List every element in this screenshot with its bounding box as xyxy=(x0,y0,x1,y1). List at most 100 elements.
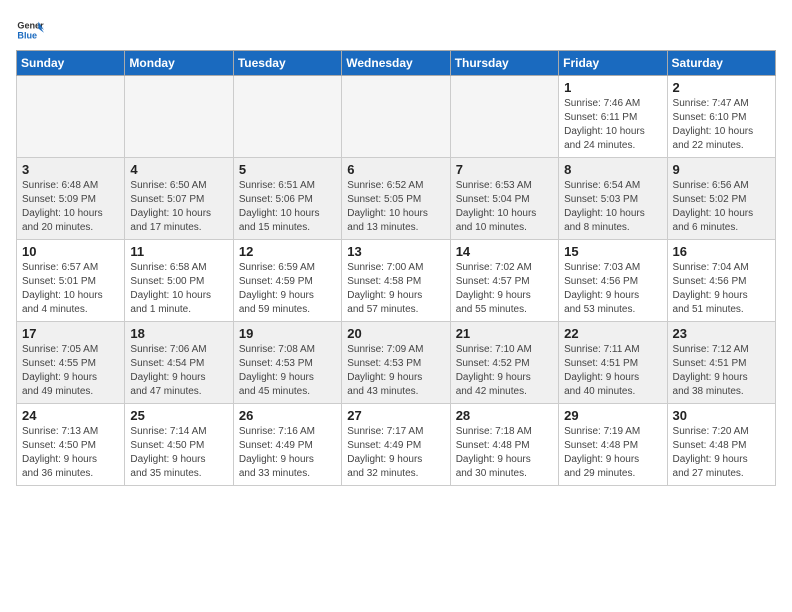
calendar-day-cell: 9 Sunrise: 6:56 AM Sunset: 5:02 PM Daylig… xyxy=(667,158,775,240)
calendar-week-row: 3 Sunrise: 6:48 AM Sunset: 5:09 PM Daylig… xyxy=(17,158,776,240)
day-number: 16 xyxy=(673,244,770,259)
day-info: Sunrise: 7:05 AM Sunset: 4:55 PM Dayligh… xyxy=(22,343,119,399)
calendar-day-cell: 11 Sunrise: 6:58 AM Sunset: 5:00 PM Dayli… xyxy=(125,240,233,322)
calendar-day-cell: 18 Sunrise: 7:06 AM Sunset: 4:54 PM Dayli… xyxy=(125,322,233,404)
day-info: Sunrise: 7:04 AM Sunset: 4:56 PM Dayligh… xyxy=(673,261,770,317)
day-info: Sunrise: 7:02 AM Sunset: 4:57 PM Dayligh… xyxy=(456,261,553,317)
day-info: Sunrise: 6:53 AM Sunset: 5:04 PM Dayligh… xyxy=(456,179,553,235)
day-number: 1 xyxy=(564,80,661,95)
calendar-day-cell: 5 Sunrise: 6:51 AM Sunset: 5:06 PM Daylig… xyxy=(233,158,341,240)
calendar-day-cell: 17 Sunrise: 7:05 AM Sunset: 4:55 PM Dayli… xyxy=(17,322,125,404)
calendar-day-cell xyxy=(450,76,558,158)
logo: General Blue xyxy=(16,16,48,44)
calendar-day-cell: 2 Sunrise: 7:47 AM Sunset: 6:10 PM Daylig… xyxy=(667,76,775,158)
day-number: 9 xyxy=(673,162,770,177)
day-info: Sunrise: 7:16 AM Sunset: 4:49 PM Dayligh… xyxy=(239,425,336,481)
day-info: Sunrise: 7:10 AM Sunset: 4:52 PM Dayligh… xyxy=(456,343,553,399)
calendar-day-cell: 14 Sunrise: 7:02 AM Sunset: 4:57 PM Dayli… xyxy=(450,240,558,322)
day-info: Sunrise: 6:52 AM Sunset: 5:05 PM Dayligh… xyxy=(347,179,444,235)
day-number: 23 xyxy=(673,326,770,341)
calendar-day-cell: 10 Sunrise: 6:57 AM Sunset: 5:01 PM Dayli… xyxy=(17,240,125,322)
day-info: Sunrise: 7:14 AM Sunset: 4:50 PM Dayligh… xyxy=(130,425,227,481)
day-number: 18 xyxy=(130,326,227,341)
calendar-week-row: 1 Sunrise: 7:46 AM Sunset: 6:11 PM Daylig… xyxy=(17,76,776,158)
day-number: 15 xyxy=(564,244,661,259)
day-number: 12 xyxy=(239,244,336,259)
calendar-day-cell: 13Sunrise: 7:00 AM Sunset: 4:58 PM Dayli… xyxy=(342,240,450,322)
calendar-day-cell: 16 Sunrise: 7:04 AM Sunset: 4:56 PM Dayli… xyxy=(667,240,775,322)
day-info: Sunrise: 6:57 AM Sunset: 5:01 PM Dayligh… xyxy=(22,261,119,317)
calendar-day-cell: 7 Sunrise: 6:53 AM Sunset: 5:04 PM Daylig… xyxy=(450,158,558,240)
day-number: 30 xyxy=(673,408,770,423)
day-info: Sunrise: 6:58 AM Sunset: 5:00 PM Dayligh… xyxy=(130,261,227,317)
calendar-day-cell: 1 Sunrise: 7:46 AM Sunset: 6:11 PM Daylig… xyxy=(559,76,667,158)
calendar-day-cell xyxy=(342,76,450,158)
weekday-header-thursday: Thursday xyxy=(450,51,558,76)
day-info: Sunrise: 6:48 AM Sunset: 5:09 PM Dayligh… xyxy=(22,179,119,235)
day-info: Sunrise: 6:59 AM Sunset: 4:59 PM Dayligh… xyxy=(239,261,336,317)
calendar-day-cell: 3 Sunrise: 6:48 AM Sunset: 5:09 PM Daylig… xyxy=(17,158,125,240)
day-number: 28 xyxy=(456,408,553,423)
weekday-header-sunday: Sunday xyxy=(17,51,125,76)
day-info: Sunrise: 7:12 AM Sunset: 4:51 PM Dayligh… xyxy=(673,343,770,399)
day-info: Sunrise: 6:56 AM Sunset: 5:02 PM Dayligh… xyxy=(673,179,770,235)
day-number: 10 xyxy=(22,244,119,259)
day-number: 8 xyxy=(564,162,661,177)
day-number: 17 xyxy=(22,326,119,341)
day-number: 20 xyxy=(347,326,444,341)
weekday-header-friday: Friday xyxy=(559,51,667,76)
day-info: Sunrise: 7:20 AM Sunset: 4:48 PM Dayligh… xyxy=(673,425,770,481)
day-info: Sunrise: 6:51 AM Sunset: 5:06 PM Dayligh… xyxy=(239,179,336,235)
calendar-day-cell: 25Sunrise: 7:14 AM Sunset: 4:50 PM Dayli… xyxy=(125,404,233,486)
page-header: General Blue xyxy=(16,16,776,44)
day-number: 21 xyxy=(456,326,553,341)
calendar-day-cell: 29 Sunrise: 7:19 AM Sunset: 4:48 PM Dayli… xyxy=(559,404,667,486)
day-info: Sunrise: 7:19 AM Sunset: 4:48 PM Dayligh… xyxy=(564,425,661,481)
weekday-header-wednesday: Wednesday xyxy=(342,51,450,76)
calendar-day-cell: 23 Sunrise: 7:12 AM Sunset: 4:51 PM Dayli… xyxy=(667,322,775,404)
day-number: 29 xyxy=(564,408,661,423)
weekday-header-tuesday: Tuesday xyxy=(233,51,341,76)
day-number: 11 xyxy=(130,244,227,259)
calendar-day-cell: 12 Sunrise: 6:59 AM Sunset: 4:59 PM Dayli… xyxy=(233,240,341,322)
day-number: 7 xyxy=(456,162,553,177)
day-info: Sunrise: 7:47 AM Sunset: 6:10 PM Dayligh… xyxy=(673,97,770,153)
day-number: 4 xyxy=(130,162,227,177)
day-number: 19 xyxy=(239,326,336,341)
calendar-day-cell: 6 Sunrise: 6:52 AM Sunset: 5:05 PM Daylig… xyxy=(342,158,450,240)
calendar-day-cell xyxy=(17,76,125,158)
day-number: 27 xyxy=(347,408,444,423)
day-info: Sunrise: 7:13 AM Sunset: 4:50 PM Dayligh… xyxy=(22,425,119,481)
calendar-day-cell: 15 Sunrise: 7:03 AM Sunset: 4:56 PM Dayli… xyxy=(559,240,667,322)
day-info: Sunrise: 7:06 AM Sunset: 4:54 PM Dayligh… xyxy=(130,343,227,399)
day-number: 6 xyxy=(347,162,444,177)
day-info: Sunrise: 7:03 AM Sunset: 4:56 PM Dayligh… xyxy=(564,261,661,317)
calendar-day-cell xyxy=(125,76,233,158)
weekday-header-monday: Monday xyxy=(125,51,233,76)
calendar-day-cell: 24 Sunrise: 7:13 AM Sunset: 4:50 PM Dayli… xyxy=(17,404,125,486)
calendar-day-cell: 8 Sunrise: 6:54 AM Sunset: 5:03 PM Daylig… xyxy=(559,158,667,240)
calendar-day-cell: 20 Sunrise: 7:09 AM Sunset: 4:53 PM Dayli… xyxy=(342,322,450,404)
calendar-week-row: 24 Sunrise: 7:13 AM Sunset: 4:50 PM Dayli… xyxy=(17,404,776,486)
day-info: Sunrise: 6:50 AM Sunset: 5:07 PM Dayligh… xyxy=(130,179,227,235)
calendar-day-cell: 28Sunrise: 7:18 AM Sunset: 4:48 PM Dayli… xyxy=(450,404,558,486)
day-number: 24 xyxy=(22,408,119,423)
weekday-header-row: SundayMondayTuesdayWednesdayThursdayFrid… xyxy=(17,51,776,76)
day-number: 5 xyxy=(239,162,336,177)
day-info: Sunrise: 7:46 AM Sunset: 6:11 PM Dayligh… xyxy=(564,97,661,153)
calendar-day-cell: 4 Sunrise: 6:50 AM Sunset: 5:07 PM Daylig… xyxy=(125,158,233,240)
weekday-header-saturday: Saturday xyxy=(667,51,775,76)
day-info: Sunrise: 7:11 AM Sunset: 4:51 PM Dayligh… xyxy=(564,343,661,399)
calendar-day-cell: 27Sunrise: 7:17 AM Sunset: 4:49 PM Dayli… xyxy=(342,404,450,486)
day-number: 14 xyxy=(456,244,553,259)
calendar-table: SundayMondayTuesdayWednesdayThursdayFrid… xyxy=(16,50,776,486)
day-info: Sunrise: 6:54 AM Sunset: 5:03 PM Dayligh… xyxy=(564,179,661,235)
logo-icon: General Blue xyxy=(16,16,44,44)
calendar-day-cell: 21 Sunrise: 7:10 AM Sunset: 4:52 PM Dayli… xyxy=(450,322,558,404)
day-info: Sunrise: 7:09 AM Sunset: 4:53 PM Dayligh… xyxy=(347,343,444,399)
calendar-day-cell: 30 Sunrise: 7:20 AM Sunset: 4:48 PM Dayli… xyxy=(667,404,775,486)
day-number: 3 xyxy=(22,162,119,177)
calendar-day-cell: 19Sunrise: 7:08 AM Sunset: 4:53 PM Dayli… xyxy=(233,322,341,404)
day-number: 2 xyxy=(673,80,770,95)
calendar-day-cell xyxy=(233,76,341,158)
